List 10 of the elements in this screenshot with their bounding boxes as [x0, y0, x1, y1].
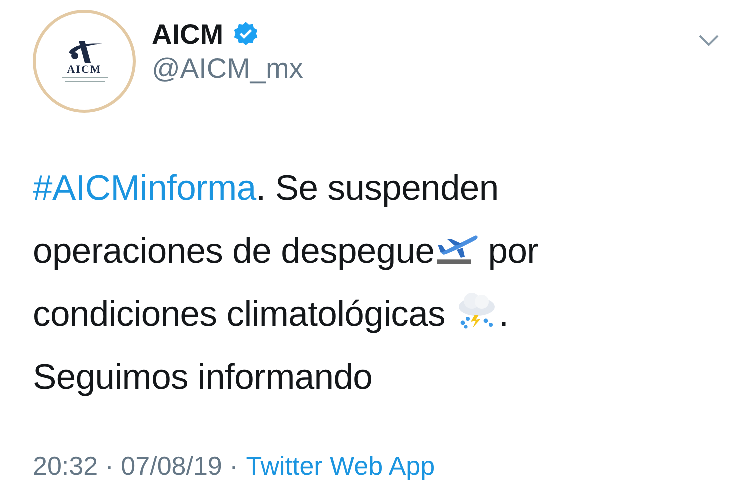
hashtag-link[interactable]: #AICMinforma: [33, 168, 256, 208]
chevron-down-icon[interactable]: [698, 34, 720, 48]
source-link[interactable]: Twitter Web App: [246, 447, 436, 486]
tagline-drawing: [60, 76, 110, 84]
avatar[interactable]: AICM: [33, 10, 136, 113]
account-handle[interactable]: @AICM_mx: [152, 52, 698, 86]
logo-text: AICM: [67, 65, 102, 76]
timestamp: 20:32 · 07/08/19 ·: [33, 450, 238, 483]
tweet-text: #AICMinforma. Se suspenden operaciones de despegue por condiciones climatológicas . Seguimos informando: [33, 167, 540, 399]
account-name[interactable]: AICM: [152, 18, 224, 52]
